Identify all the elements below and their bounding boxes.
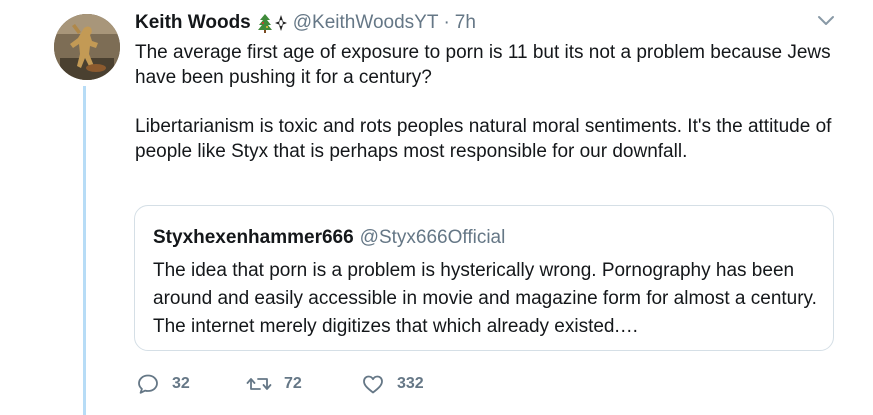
quoted-author-name: Styxhexenhammer666 [153, 227, 354, 248]
like-count: 332 [397, 375, 424, 392]
quoted-author-handle: @Styx666Official [359, 227, 506, 248]
quoted-tweet-header: Styxhexenhammer666 @Styx666Official [153, 227, 505, 249]
author-name[interactable]: Keith Woods [135, 12, 251, 34]
timestamp[interactable]: 7h [455, 12, 476, 34]
retweet-button[interactable]: 72 [246, 372, 302, 396]
retweet-count: 72 [284, 375, 302, 392]
like-button[interactable]: 332 [361, 372, 424, 396]
tweet: Keith Woods @KeithWoodsYT · 7h The avera… [0, 0, 873, 415]
chevron-down-icon[interactable] [817, 15, 835, 27]
reply-icon [138, 374, 158, 394]
reply-count: 32 [172, 375, 190, 392]
author-handle[interactable]: @KeithWoodsYT [293, 12, 439, 34]
tweet-paragraph: Libertarianism is toxic and rots peoples… [135, 116, 832, 162]
thread-line [83, 86, 86, 415]
avatar[interactable] [54, 14, 120, 80]
quoted-tweet-text: The idea that porn is a problem is hyste… [153, 260, 817, 337]
christmas-tree-icon [257, 14, 272, 33]
avatar-statue-image [54, 14, 120, 80]
heart-icon [363, 375, 383, 394]
quoted-tweet[interactable]: Styxhexenhammer666 @Styx666Official The … [134, 205, 834, 351]
tweet-text: The average first age of exposure to por… [135, 40, 835, 164]
separator-dot: · [443, 12, 450, 33]
reply-button[interactable]: 32 [136, 372, 190, 396]
tweet-paragraph: The average first age of exposure to por… [135, 42, 831, 88]
compass-rose-icon [274, 15, 287, 31]
retweet-icon [246, 378, 272, 390]
tweet-header: Keith Woods @KeithWoodsYT · 7h [135, 11, 476, 35]
name-emojis [257, 13, 288, 33]
